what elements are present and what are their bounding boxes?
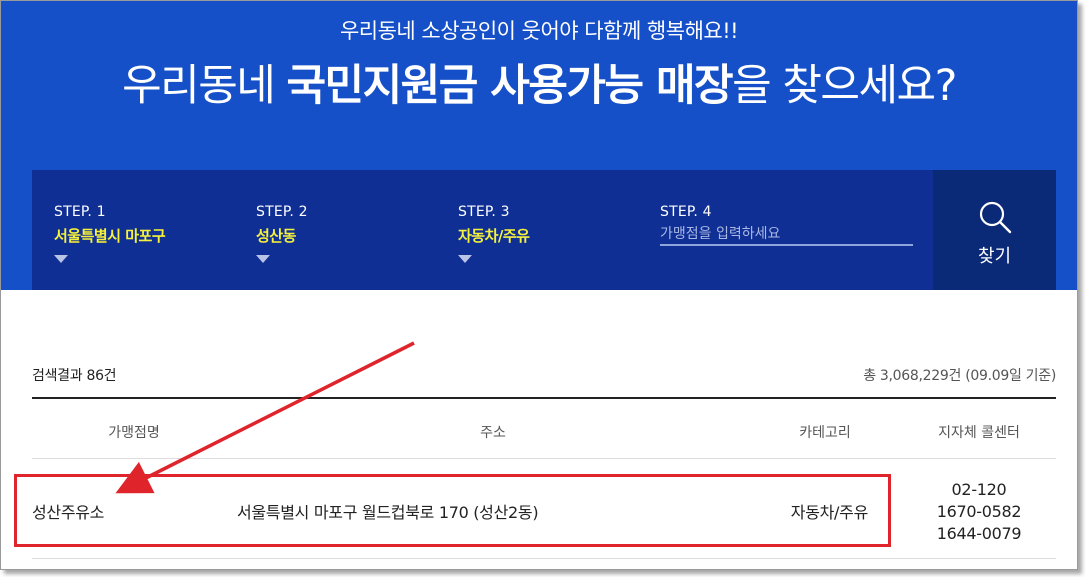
- search-button[interactable]: 찾기: [933, 170, 1056, 290]
- hero-subtitle: 우리동네 소상공인이 웃어야 다함께 행복해요!!: [339, 19, 739, 43]
- category-cell: 자동차/주유: [790, 503, 869, 522]
- column-header-call-center: 지자체 콜센터: [938, 425, 1020, 441]
- column-header-address: 주소: [480, 425, 506, 441]
- search-icon: [979, 201, 1012, 234]
- search-button-label: 찾기: [977, 246, 1012, 267]
- step-1-value: 서울특별시 마포구: [54, 227, 166, 245]
- store-name-cell: 성산주유소: [32, 503, 105, 522]
- step-2-label: STEP. 2: [256, 204, 308, 220]
- screenshot-frame: 우리동네 소상공인이 웃어야 다함께 행복해요!! 우리동네 국민지원금 사용가…: [0, 0, 1078, 570]
- call-center-number: 1644-0079: [936, 524, 1022, 543]
- call-center-number: 1670-0582: [936, 502, 1022, 521]
- step-2-district-select[interactable]: STEP. 2 성산동: [256, 204, 308, 263]
- caret-down-icon[interactable]: [54, 255, 68, 263]
- call-center-number: 02-120: [951, 480, 1007, 499]
- step-3-value: 자동차/주유: [458, 227, 530, 245]
- results-table: 가맹점명 주소 카테고리 지자체 콜센터 성산주유소 서울특별시 마포구 월드컵…: [32, 401, 1056, 559]
- store-name-input[interactable]: [660, 224, 913, 246]
- search-step-bar: STEP. 1 서울특별시 마포구 STEP. 2 성산동 STEP. 3 자동…: [32, 170, 1056, 290]
- caret-down-icon[interactable]: [458, 255, 472, 263]
- step-4-store-search: STEP. 4: [660, 204, 913, 246]
- table-row[interactable]: 성산주유소 서울특별시 마포구 월드컵북로 170 (성산2동) 자동차/주유 …: [32, 459, 1056, 559]
- hero-title-prefix: 우리동네: [122, 61, 276, 111]
- results-header: 검색결과 86건 총 3,068,229건 (09.09일 기준): [32, 363, 1056, 399]
- step-3-label: STEP. 3: [458, 204, 510, 220]
- hero-title-suffix: 을 찾으세요?: [732, 61, 957, 111]
- column-header-category: 카테고리: [799, 425, 851, 441]
- hero-banner: 우리동네 소상공인이 웃어야 다함께 행복해요!! 우리동네 국민지원금 사용가…: [1, 1, 1077, 290]
- step-3-category-select[interactable]: STEP. 3 자동차/주유: [458, 204, 530, 263]
- column-header-store-name: 가맹점명: [108, 425, 160, 441]
- step-2-value: 성산동: [256, 227, 296, 245]
- step-1-label: STEP. 1: [54, 204, 106, 220]
- hero-title: 우리동네 국민지원금 사용가능 매장을 찾으세요?: [1, 51, 1077, 113]
- hero-title-bold: 국민지원금 사용가능 매장: [286, 61, 734, 111]
- step-1-region-select[interactable]: STEP. 1 서울특별시 마포구: [54, 204, 166, 263]
- step-4-label: STEP. 4: [660, 204, 712, 220]
- table-header-row: 가맹점명 주소 카테고리 지자체 콜센터: [32, 401, 1056, 459]
- results-count: 검색결과 86건: [32, 368, 117, 384]
- address-cell: 서울특별시 마포구 월드컵북로 170 (성산2동): [237, 503, 539, 522]
- caret-down-icon[interactable]: [256, 255, 270, 263]
- call-center-cell: 02-120 1670-0582 1644-0079: [937, 479, 1022, 545]
- results-total: 총 3,068,229건 (09.09일 기준): [863, 368, 1056, 384]
